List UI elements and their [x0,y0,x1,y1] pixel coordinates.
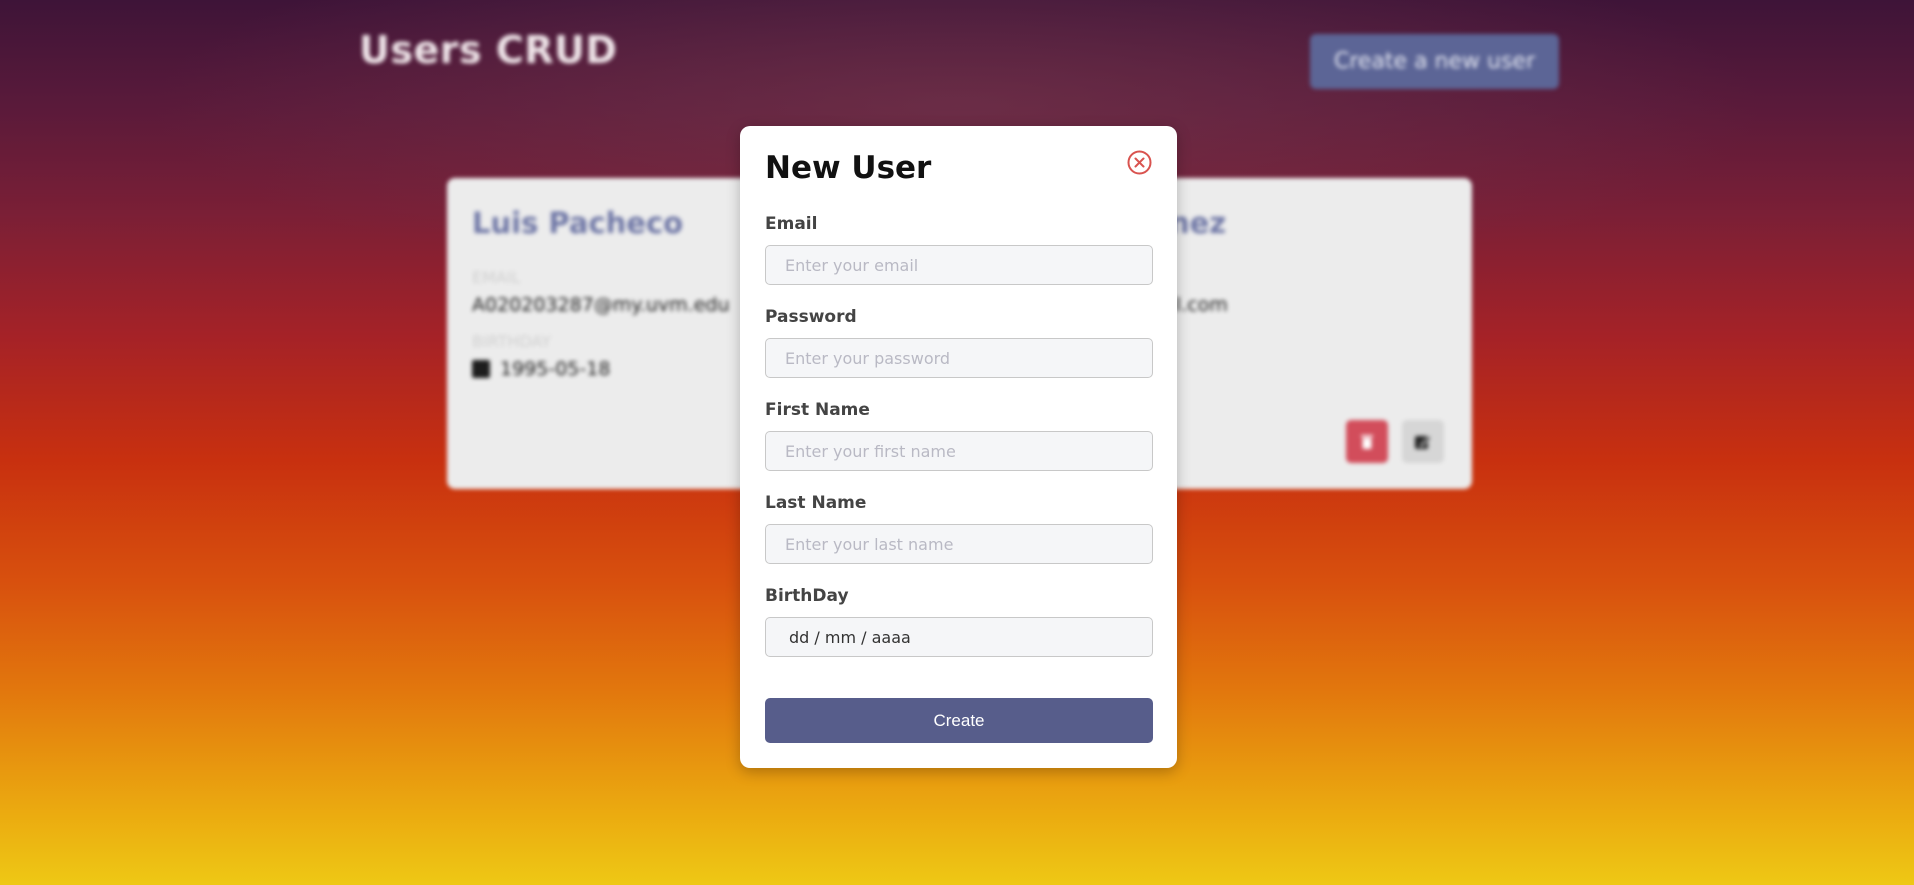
user-card-name: Luis Pacheco [472,206,684,240]
modal-title: New User [765,150,932,186]
date-placeholder: dd / mm / aaaa [789,627,911,647]
birthday-date-input[interactable]: dd / mm / aaaa [765,617,1153,657]
new-user-modal: New User Email Password First Name Last … [740,126,1177,768]
create-user-button[interactable]: Create a new user [1310,34,1559,89]
email-label: EMAIL [472,268,521,287]
edit-icon [1415,434,1432,449]
delete-user-button[interactable] [1346,420,1388,463]
birthday-label: BirthDay [765,586,849,606]
birthday-value: 1995-05-18 [500,358,611,380]
email-label: Email [765,214,818,234]
gift-icon [472,360,490,378]
edit-user-button[interactable] [1402,420,1444,463]
password-label: Password [765,307,857,327]
birthday-label: BIRTHDAY [472,332,551,351]
create-button[interactable]: Create [765,698,1153,743]
page-title: Users CRUD [359,28,618,72]
close-icon[interactable] [1127,150,1152,175]
last-name-input[interactable] [765,524,1153,564]
password-input[interactable] [765,338,1153,378]
user-email: A020203287@my.uvm.edu [472,294,730,316]
first-name-label: First Name [765,400,870,420]
trash-icon [1361,434,1373,449]
last-name-label: Last Name [765,493,867,513]
first-name-input[interactable] [765,431,1153,471]
email-input[interactable] [765,245,1153,285]
user-birthday: 1995-05-18 [472,358,610,380]
